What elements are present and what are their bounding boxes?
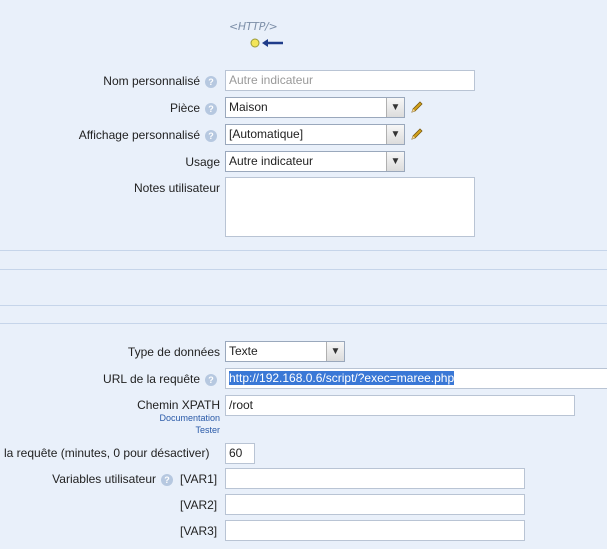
usage-select-value: Autre indicateur bbox=[229, 154, 314, 168]
xpath-input[interactable]: /root bbox=[225, 395, 575, 416]
interval-label: la requête (minutes, 0 pour désactiver) bbox=[4, 446, 210, 460]
separator bbox=[0, 305, 607, 306]
separator bbox=[0, 323, 607, 324]
http-logo-text: <HTTP/> bbox=[229, 20, 278, 33]
interval-input-value: 60 bbox=[229, 446, 243, 460]
chevron-down-icon: ▼ bbox=[386, 125, 404, 144]
chevron-down-icon: ▼ bbox=[386, 98, 404, 117]
type-label: Type de données bbox=[127, 345, 220, 359]
interval-input[interactable]: 60 bbox=[225, 443, 255, 464]
documentation-link[interactable]: Documentation bbox=[159, 413, 220, 423]
var3-input[interactable] bbox=[225, 520, 525, 541]
var2-input[interactable] bbox=[225, 494, 525, 515]
tester-link[interactable]: Tester bbox=[195, 425, 220, 435]
xpath-input-value: /root bbox=[229, 398, 254, 412]
usage-label: Usage bbox=[185, 155, 220, 169]
affichage-select[interactable]: [Automatique] ▼ bbox=[225, 124, 405, 145]
pencil-icon[interactable] bbox=[409, 126, 425, 142]
usage-select[interactable]: Autre indicateur ▼ bbox=[225, 151, 405, 172]
chevron-down-icon: ▼ bbox=[386, 152, 404, 171]
var2-label: [VAR2] bbox=[180, 498, 218, 512]
type-select-value: Texte bbox=[229, 344, 258, 358]
affichage-select-value: [Automatique] bbox=[229, 127, 304, 141]
nom-label: Nom personnalisé bbox=[103, 74, 200, 88]
url-help-icon[interactable]: ? bbox=[205, 374, 217, 386]
separator bbox=[0, 269, 607, 270]
var1-label: [VAR1] bbox=[180, 472, 218, 486]
piece-label: Pièce bbox=[169, 101, 200, 115]
affichage-label: Affichage personnalisé bbox=[78, 128, 200, 142]
type-select[interactable]: Texte ▼ bbox=[225, 341, 345, 362]
var1-input[interactable] bbox=[225, 468, 525, 489]
xpath-label: Chemin XPATH bbox=[137, 398, 220, 412]
url-label: URL de la requête bbox=[103, 372, 200, 386]
pencil-icon[interactable] bbox=[409, 99, 425, 115]
chevron-down-icon: ▼ bbox=[326, 342, 344, 361]
piece-help-icon[interactable]: ? bbox=[205, 103, 217, 115]
vars-help-icon[interactable]: ? bbox=[161, 474, 173, 486]
back-arrow-icon bbox=[250, 38, 283, 48]
piece-select[interactable]: Maison ▼ bbox=[225, 97, 405, 118]
nom-input[interactable]: Autre indicateur bbox=[225, 70, 475, 91]
nom-placeholder: Autre indicateur bbox=[229, 73, 314, 87]
nom-help-icon[interactable]: ? bbox=[205, 76, 217, 88]
http-logo: <HTTP/> bbox=[229, 20, 285, 50]
notes-textarea[interactable] bbox=[225, 177, 475, 237]
url-input[interactable]: http://192.168.0.6/script/?exec=maree.ph… bbox=[225, 368, 607, 389]
separator bbox=[0, 250, 607, 251]
vars-label: Variables utilisateur bbox=[52, 472, 156, 486]
url-input-value: http://192.168.0.6/script/?exec=maree.ph… bbox=[229, 371, 455, 385]
affichage-help-icon[interactable]: ? bbox=[205, 130, 217, 142]
notes-label: Notes utilisateur bbox=[133, 181, 220, 195]
piece-select-value: Maison bbox=[229, 100, 268, 114]
var3-label: [VAR3] bbox=[180, 524, 218, 538]
